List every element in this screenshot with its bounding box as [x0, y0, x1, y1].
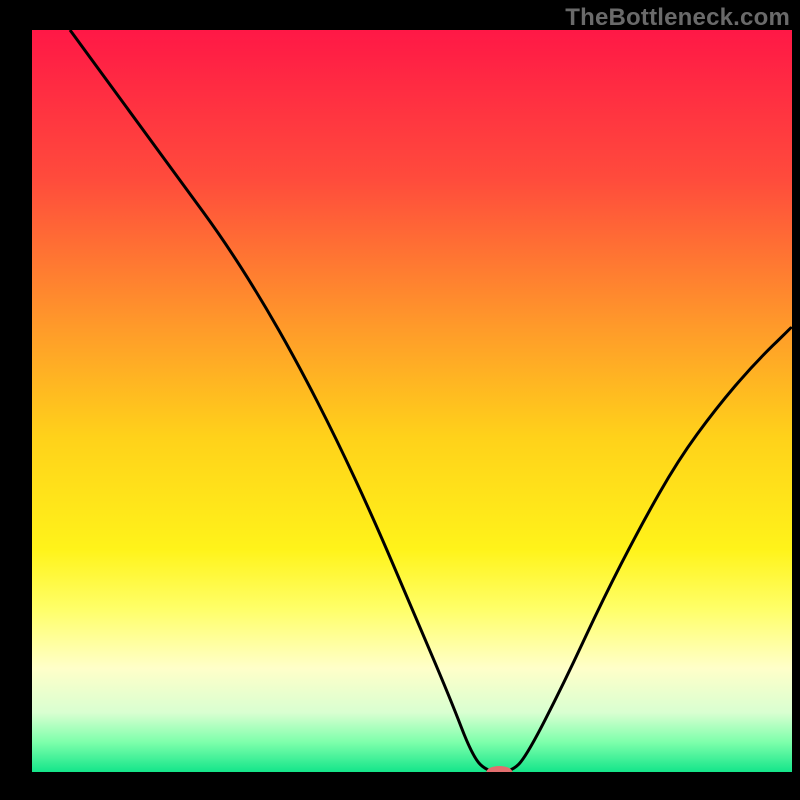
chart-svg [32, 30, 792, 772]
plot-area [32, 30, 792, 772]
gradient-background [32, 30, 792, 772]
chart-frame: TheBottleneck.com [0, 0, 800, 800]
watermark-text: TheBottleneck.com [565, 4, 790, 32]
